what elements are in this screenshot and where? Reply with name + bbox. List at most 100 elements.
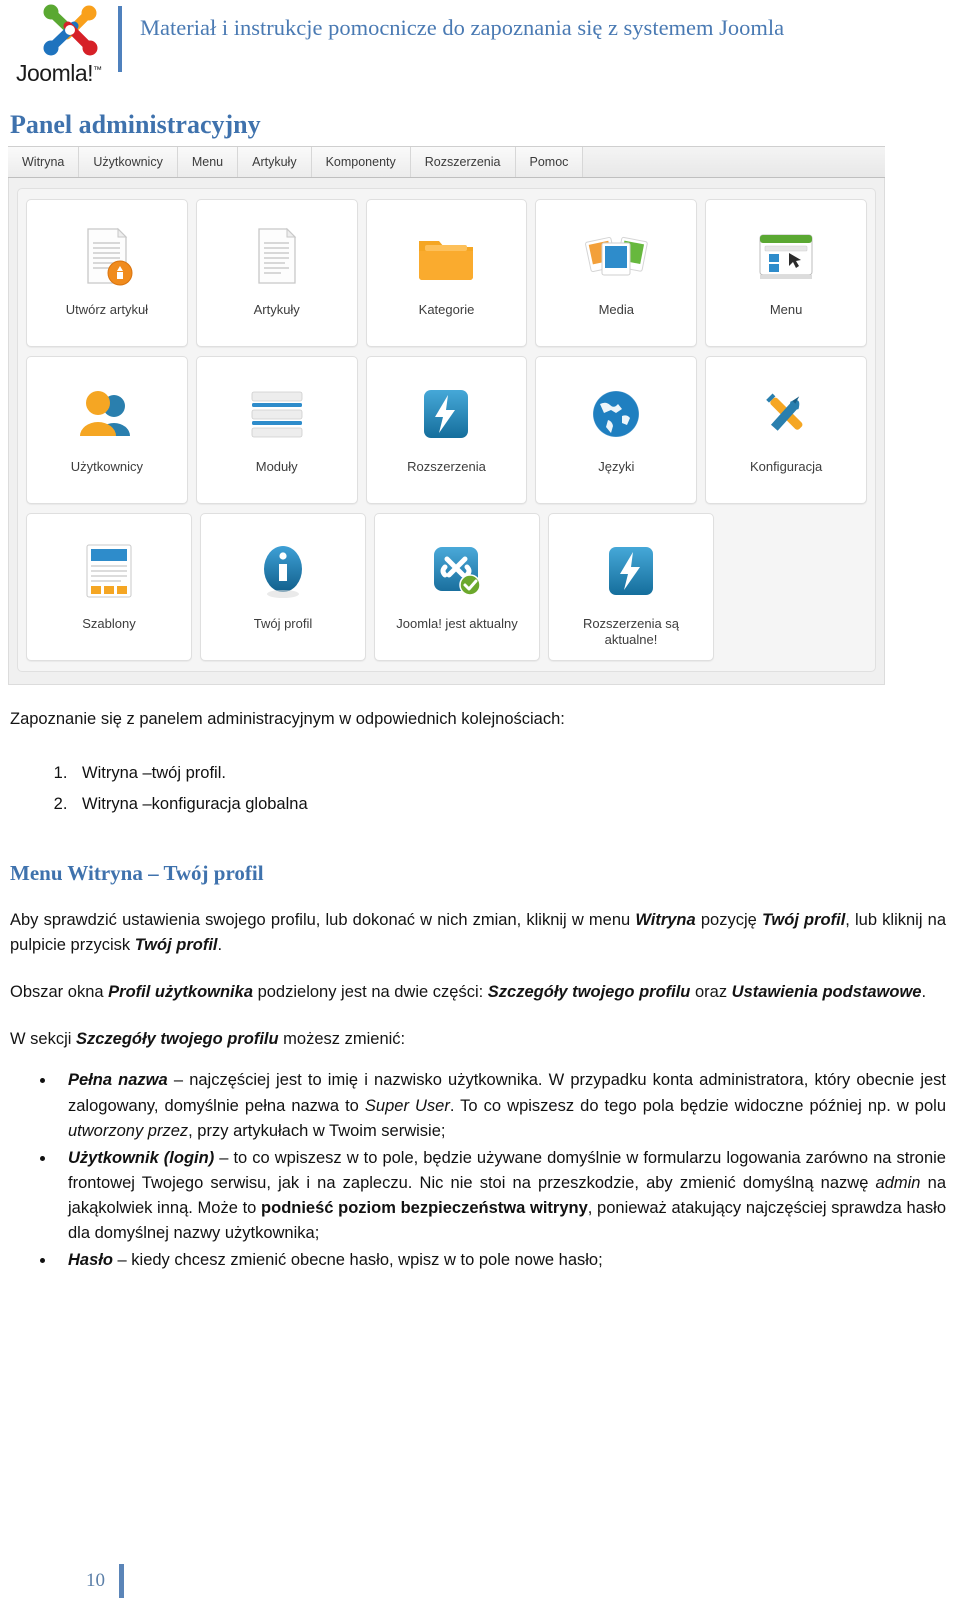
quickicon-users[interactable]: Użytkownicy [26,356,188,504]
text-run: możesz zmienić: [278,1030,406,1049]
quickicon-modules[interactable]: Moduły [195,356,358,504]
admin-tab-filler [583,147,885,177]
admin-tab-witryna[interactable]: Witryna [8,147,80,177]
quickicon-label: Menu [769,302,803,317]
quickicon-extensions[interactable]: Rozszerzenia [365,356,528,504]
text-run: podzielony jest na dwie części: [253,983,488,1002]
admin-tab-rozszerzenia[interactable]: Rozszerzenia [410,147,516,177]
emphasis-run: podnieść poziom bezpieczeństwa witryny [261,1198,588,1217]
quickicon-joomla-up-to-date[interactable]: Joomla! jest aktualny [374,513,540,661]
admin-tab-menu[interactable]: Menu [177,147,239,177]
joomla-wordmark: Joomla!™ [16,60,102,86]
paragraph-window-sections: Obszar okna Profil użytkownika podzielon… [10,980,946,1005]
admin-tab-pomoc[interactable]: Pomoc [515,147,584,177]
quickicon-row: Użytkownicy Moduły Rozszerzenia Języki K… [26,356,867,504]
menu-window-icon [756,224,816,290]
document-content: Zapoznanie się z panelem administracyjny… [0,707,960,1273]
folder-icon [415,224,477,290]
emphasis-run: Ustawienia podstawowe [731,983,922,1002]
italic-run: Super User [364,1096,450,1115]
quickicon-label: Języki [598,459,635,474]
quickicon-label: Media [598,302,634,317]
list-item: Witryna –twój profil. [72,758,946,789]
emphasis-run: Użytkownik (login) [68,1148,215,1167]
admin-tab-artykuly[interactable]: Artykuły [238,147,312,177]
admin-menu-bar: Witryna Użytkownicy Menu Artykuły Kompon… [8,146,885,178]
lead-paragraph: Zapoznanie się z panelem administracyjny… [10,710,565,728]
quickicon-menu[interactable]: Menu [705,199,867,347]
text-run: Aby sprawdzić ustawienia swojego profilu… [10,911,636,930]
quickicon-label: Kategorie [418,302,475,317]
admin-tab-komponenty[interactable]: Komponenty [311,147,411,177]
info-icon [259,538,307,604]
emphasis-run: Pełna nazwa [68,1071,168,1090]
page-number: 10 [86,1570,105,1591]
joomla-admin-screenshot: Witryna Użytkownicy Menu Artykuły Kompon… [8,146,885,685]
emphasis-run: Twój profil [761,911,846,930]
quickicon-label: Użytkownicy [70,459,144,474]
modules-icon [247,381,307,447]
document-header: Joomla!™ Materiał i instrukcje pomocnicz… [0,0,960,92]
quickicon-label: Twój profil [253,616,313,631]
emphasis-run: Szczegóły twojego profilu [76,1030,279,1049]
joomla-check-icon [429,538,485,604]
quickicon-label: Artykuły [253,302,300,317]
template-icon [83,538,135,604]
text-run: oraz [690,983,732,1002]
users-icon [76,381,138,447]
quickicon-label: Joomla! jest aktualny [396,616,518,631]
quickicon-label: Rozszerzenia [407,459,486,474]
quickicon-label: Moduły [255,459,298,474]
joomla-pinwheel-icon [24,4,120,62]
text-run: pozycję [695,911,762,930]
list-item: Witryna –konfiguracja globalna [72,789,946,820]
quickicon-configuration[interactable]: Konfiguracja [705,356,867,504]
footer-accent-bar [119,1564,124,1598]
paragraph-profile-intro: Aby sprawdzić ustawienia swojego profilu… [10,908,946,958]
emphasis-run: Szczegóły twojego profilu [487,983,691,1002]
quickicon-row: Szablony Twój profil Joomla! jest aktual… [26,513,867,661]
media-images-icon [584,224,648,290]
profile-fields-list: Pełna nazwa – najczęściej jest to imię i… [10,1068,946,1273]
page-title: Panel administracyjny [10,110,261,139]
emphasis-run: Witryna [635,911,696,930]
emphasis-run: Profil użytkownika [108,983,253,1002]
page-footer: 10 [0,1564,960,1598]
text-run: – kiedy chcesz zmienić obecne hasło, wpi… [112,1250,603,1269]
paragraph-section-details: W sekcji Szczegóły twojego profilu możes… [10,1027,946,1052]
quickicon-articles[interactable]: Artykuły [195,199,358,347]
text-run: W sekcji [10,1030,76,1049]
quickicon-label: Szablony [82,616,136,631]
text-run: . To co wpiszesz do tego pola będzie wid… [449,1096,947,1115]
extensions-bolt-icon [418,381,474,447]
list-item: Hasło – kiedy chcesz zmienić obecne hasł… [56,1248,946,1273]
joomla-logo: Joomla!™ [10,0,118,87]
section-heading: Menu Witryna – Twój profil [10,861,264,886]
admin-tab-uzytkownicy[interactable]: Użytkownicy [79,147,178,177]
ordered-steps-list: Witryna –twój profil. Witryna –konfigura… [10,758,946,819]
quickicon-your-profile[interactable]: Twój profil [200,513,366,661]
quickicon-label: Rozszerzenia są aktualne! [582,616,680,648]
quickicon-languages[interactable]: Języki [535,356,698,504]
quickicon-new-article[interactable]: Utwórz artykuł [26,199,188,347]
list-item: Użytkownik (login) – to co wpiszesz w to… [56,1146,946,1246]
quickicon-extensions-up-to-date[interactable]: Rozszerzenia są aktualne! [548,513,714,661]
quickicon-label: Konfiguracja [749,459,823,474]
emphasis-run: Hasło [68,1250,113,1269]
text-run: Obszar okna [10,983,109,1002]
text-run: , przy artykułach w Twoim serwisie; [188,1121,446,1140]
italic-run: admin [875,1173,921,1192]
extensions-bolt-icon [603,538,659,604]
quickicon-row: Utwórz artykuł Artykuły Kategorie Media … [26,199,867,347]
tools-icon [756,381,816,447]
text-run: . [217,936,223,955]
quickicon-categories[interactable]: Kategorie [365,199,528,347]
italic-run: utworzony przez [68,1121,189,1140]
quickicon-templates[interactable]: Szablony [26,513,192,661]
quickicon-media[interactable]: Media [535,199,698,347]
quickicon-label: Utwórz artykuł [65,302,149,317]
text-run: . [921,983,927,1002]
admin-quickicons-container: Utwórz artykuł Artykuły Kategorie Media … [17,188,876,672]
list-item: Pełna nazwa – najczęściej jest to imię i… [56,1068,946,1143]
new-article-icon [78,224,136,290]
